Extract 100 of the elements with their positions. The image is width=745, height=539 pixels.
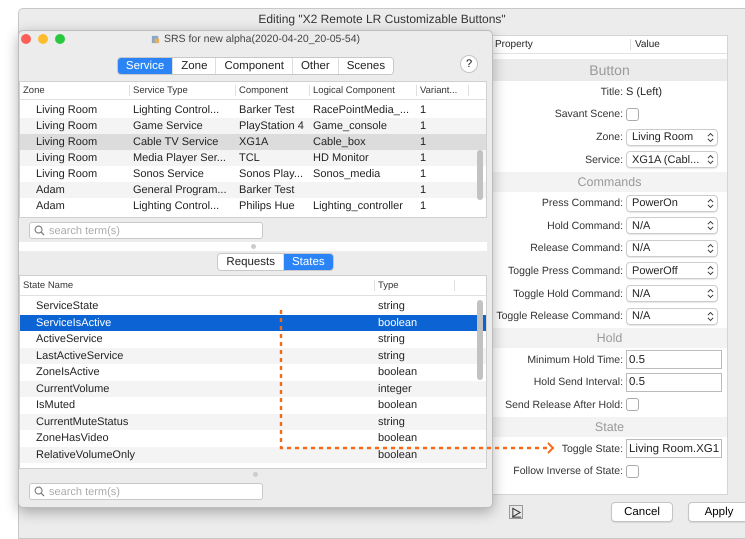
window-title: Editing "X2 Remote LR Customizable Buttons" <box>258 12 506 26</box>
table-cell: Sonos_media <box>313 168 380 180</box>
table-cell: Lighting Control... <box>133 104 220 116</box>
property-label: Toggle Release Command: <box>495 310 624 322</box>
dialog-button[interactable]: Cancel <box>611 502 673 522</box>
input-field[interactable]: 0.5 <box>626 372 722 392</box>
table-cell: Living Room <box>36 136 98 148</box>
column-header: Value <box>634 38 660 50</box>
column-header: Variant... <box>417 85 469 96</box>
chevron-icon <box>707 154 714 166</box>
table-cell: Philips Hue <box>239 200 295 212</box>
table-cell: RacePointMedia_... <box>313 104 409 116</box>
scrollbar[interactable] <box>477 300 483 380</box>
table-row[interactable]: Living Room Media Player Ser... TCL HD Monitor 1 <box>20 150 486 166</box>
property-label: Savant Scene: <box>554 108 624 120</box>
table-cell: boolean <box>378 432 418 444</box>
property-label: Follow Inverse of State: <box>512 465 624 478</box>
chevron-icon <box>707 310 714 322</box>
table-cell: XG1A <box>239 136 268 148</box>
table-cell: 1 <box>420 120 426 132</box>
table-cell: 1 <box>420 152 426 164</box>
property-label: Hold Send Interval: <box>532 376 624 388</box>
dropdown[interactable]: PowerOff <box>626 262 718 280</box>
tab[interactable]: Service <box>118 58 174 74</box>
table-cell: Lighting_controller <box>313 200 403 212</box>
tab[interactable]: States <box>284 254 333 270</box>
table-row[interactable]: ZoneIsActive boolean <box>20 364 486 380</box>
table-cell: Lighting Control... <box>133 200 220 212</box>
table-row[interactable]: Living Room Sonos Service Sonos Play... Sonos_media 1 <box>20 166 486 182</box>
input-field[interactable]: Living Room.XG1 <box>626 439 722 458</box>
dropdown[interactable]: Living Room <box>626 128 718 146</box>
dropdown[interactable]: N/A <box>626 240 718 257</box>
table-cell: PlayStation 4 <box>239 120 304 132</box>
table-cell: boolean <box>378 316 418 329</box>
table-row[interactable]: ZoneHasVideo boolean <box>20 430 486 446</box>
table-row[interactable]: LastActiveService string <box>20 348 486 364</box>
table-row[interactable]: ActiveService string <box>20 331 486 348</box>
chevron-icon <box>707 220 714 232</box>
table-cell: Living Room <box>36 104 98 116</box>
chevron-icon <box>707 288 714 300</box>
property-label: Release Command: <box>529 242 624 254</box>
checkbox[interactable] <box>626 108 639 121</box>
dropdown[interactable]: PowerOn <box>626 194 718 212</box>
checkbox[interactable] <box>626 464 639 478</box>
table-cell: boolean <box>378 448 418 461</box>
chevron-icon <box>707 198 714 209</box>
table-row[interactable]: CurrentMuteStatus string <box>20 414 486 430</box>
table-cell: string <box>378 416 405 428</box>
property-label: Press Command: <box>540 197 624 210</box>
table-row[interactable]: Living Room Lighting Control... Barker Test RacePointMedia_... 1 <box>20 102 486 118</box>
table-cell: 1 <box>420 200 426 212</box>
checkbox[interactable] <box>626 398 639 412</box>
table-cell: Game Service <box>133 120 203 132</box>
minimize-button[interactable] <box>38 34 48 44</box>
chevron-icon <box>707 242 714 254</box>
zoom-button[interactable] <box>55 34 65 44</box>
table-row[interactable]: Adam General Program... Barker Test 1 <box>20 182 486 198</box>
table-row[interactable]: ServiceIsActive boolean <box>20 314 486 331</box>
property-label: Service: <box>584 154 624 166</box>
table-cell: integer <box>378 382 412 395</box>
table-cell: string <box>378 300 405 312</box>
close-button[interactable] <box>21 34 31 44</box>
dialog-button[interactable]: Apply <box>688 502 745 522</box>
tab[interactable]: Requests <box>218 254 284 270</box>
section-header: Button <box>492 58 727 81</box>
table-row[interactable]: CurrentVolume integer <box>20 380 486 397</box>
dropdown[interactable]: XG1A (Cabl... <box>626 151 718 168</box>
window-title: SRS for new alpha(2020-04-20_20-05-54) <box>164 33 360 45</box>
table-cell: RelativeVolumeOnly <box>36 448 136 461</box>
column-header: Service Type <box>130 85 236 96</box>
table-cell: 1 <box>420 136 426 148</box>
table-row[interactable]: Living Room Game Service PlayStation 4 Game_console 1 <box>20 118 486 134</box>
property-label: Toggle State: <box>560 442 624 455</box>
table-cell: Cable_box <box>313 136 366 148</box>
scrollbar[interactable] <box>477 150 483 200</box>
table-cell: LastActiveService <box>36 350 124 362</box>
property-label: Minimum Hold Time: <box>526 354 624 366</box>
table-row[interactable]: ServiceState string <box>20 298 486 314</box>
play-button[interactable] <box>509 505 523 520</box>
table-cell: boolean <box>378 399 418 412</box>
table-cell: ServiceState <box>36 300 98 312</box>
table-row[interactable]: RelativeVolumeOnly boolean <box>20 446 486 463</box>
help-button[interactable]: ? <box>460 55 478 73</box>
table-cell: ActiveService <box>36 333 103 346</box>
table-cell: Adam <box>36 200 65 212</box>
table-row[interactable]: IsMuted boolean <box>20 397 486 414</box>
table-cell: Media Player Ser... <box>133 152 226 164</box>
input-field[interactable]: 0.5 <box>626 350 722 370</box>
table-cell: TCL <box>239 152 260 164</box>
table-cell: Barker Test <box>239 184 294 196</box>
table-cell: 1 <box>420 184 426 196</box>
search-icon <box>34 486 45 497</box>
table-cell: HD Monitor <box>313 152 369 164</box>
table-row[interactable]: Adam Lighting Control... Philips Hue Lighting_controller 1 <box>20 198 486 214</box>
property-value: S (Left) <box>626 86 662 98</box>
table-cell: Sonos Play... <box>239 168 303 180</box>
dropdown[interactable]: N/A <box>626 308 718 325</box>
table-row[interactable]: Living Room Cable TV Service XG1A Cable_box 1 <box>20 134 486 150</box>
dropdown[interactable]: N/A <box>626 285 718 302</box>
dropdown[interactable]: N/A <box>626 217 718 234</box>
